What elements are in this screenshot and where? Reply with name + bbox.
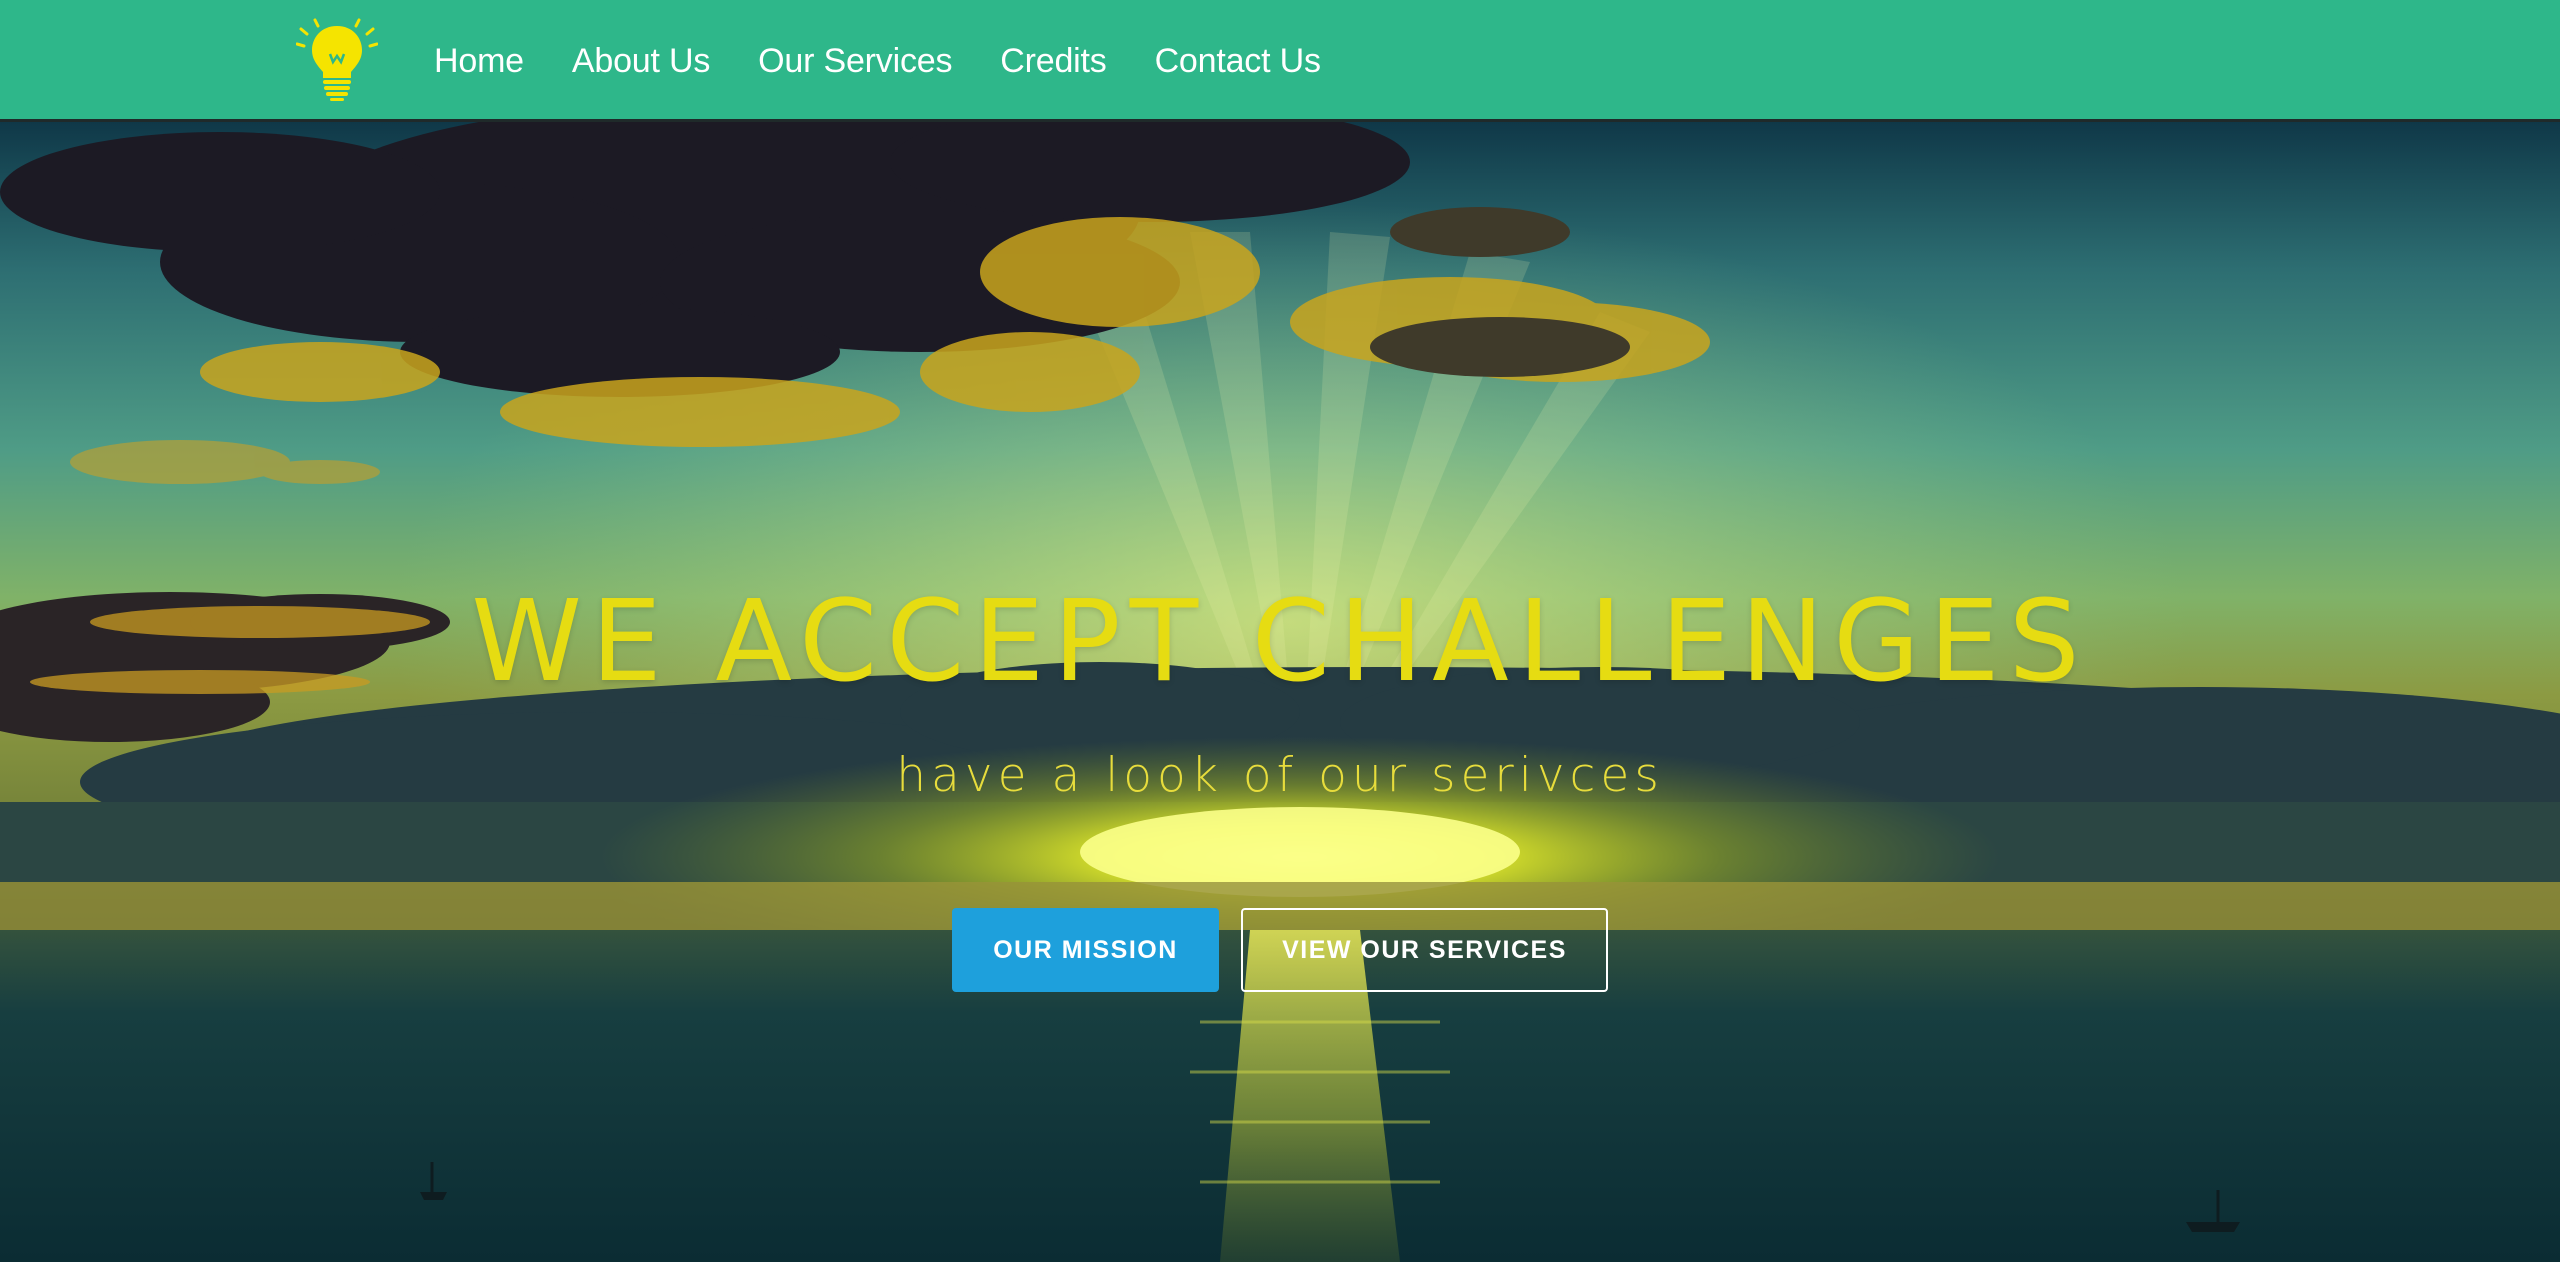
hero-button-group: OUR MISSION VIEW OUR SERVICES bbox=[952, 908, 1608, 992]
menu-item-services: Our Services bbox=[758, 0, 1000, 122]
nav-link-contact-us[interactable]: Contact Us bbox=[1155, 0, 1321, 122]
hero-section: WE ACCEPT CHALLENGES have a look of our … bbox=[0, 122, 2560, 1262]
nav-link-credits[interactable]: Credits bbox=[1000, 0, 1106, 122]
menu-item-about: About Us bbox=[572, 0, 758, 122]
menu-item-credits: Credits bbox=[1000, 0, 1154, 122]
view-our-services-button[interactable]: VIEW OUR SERVICES bbox=[1241, 908, 1608, 992]
hero-headline: WE ACCEPT CHALLENGES bbox=[471, 577, 2089, 707]
menu-item-contact: Contact Us bbox=[1155, 0, 1369, 122]
nav-link-our-services[interactable]: Our Services bbox=[758, 0, 952, 122]
nav-link-home[interactable]: Home bbox=[434, 0, 524, 122]
nav-link-about-us[interactable]: About Us bbox=[572, 0, 710, 122]
our-mission-button[interactable]: OUR MISSION bbox=[952, 908, 1219, 992]
main-menu: Home About Us Our Services Credits Conta… bbox=[434, 0, 1369, 122]
lightbulb-icon bbox=[296, 18, 378, 101]
hero-content: WE ACCEPT CHALLENGES have a look of our … bbox=[0, 122, 2560, 1262]
site-logo[interactable] bbox=[296, 18, 378, 106]
hero-subheadline: have a look of our serivces bbox=[896, 748, 1664, 803]
menu-item-home: Home bbox=[434, 0, 572, 122]
top-navbar: Home About Us Our Services Credits Conta… bbox=[0, 0, 2560, 122]
